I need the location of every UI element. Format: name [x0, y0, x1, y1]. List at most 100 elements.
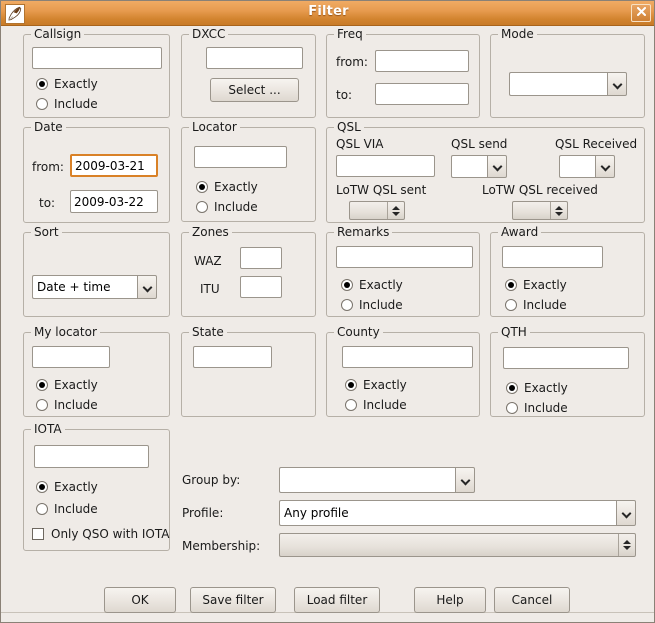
qsl-received-chevron-down-icon [595, 155, 615, 178]
group-qth: QTH Exactly Include [490, 325, 645, 417]
group-mode-legend: Mode [498, 27, 537, 41]
date-from-input[interactable] [70, 154, 158, 177]
freq-to-input[interactable] [375, 83, 469, 105]
remarks-exactly-radio[interactable]: Exactly [341, 278, 403, 292]
group-callsign-legend: Callsign [31, 27, 85, 41]
window-title: Filter [308, 4, 349, 19]
qth-include-radio[interactable]: Include [506, 401, 568, 415]
lotw-qsl-received-label: LoTW QSL received [482, 183, 598, 197]
mode-combobox-value [509, 72, 607, 96]
iota-only-qso-checkbox[interactable]: Only QSO with IOTA [32, 527, 170, 541]
qsl-send-chevron-down-icon [487, 155, 507, 178]
cancel-button[interactable]: Cancel [494, 587, 570, 613]
my-locator-input[interactable] [32, 346, 110, 368]
group-award: Award Exactly Include [490, 225, 645, 317]
sort-combobox[interactable]: Date + time [32, 275, 157, 299]
mode-combobox[interactable] [509, 72, 627, 96]
locator-exactly-radio[interactable]: Exactly [196, 180, 258, 194]
iota-exactly-radio[interactable]: Exactly [36, 480, 98, 494]
locator-include-radio[interactable]: Include [196, 200, 258, 214]
county-exactly-radio[interactable]: Exactly [345, 378, 407, 392]
zones-itu-input[interactable] [240, 276, 282, 298]
group-my-locator-legend: My locator [31, 325, 100, 339]
group-freq: Freq from: to: [326, 27, 480, 118]
group-iota-legend: IOTA [31, 422, 65, 436]
county-input[interactable] [342, 346, 473, 368]
lotw-qsl-received-spinner[interactable] [512, 201, 568, 220]
remarks-input[interactable] [336, 246, 473, 268]
membership-value [280, 534, 618, 556]
group-by-combobox[interactable] [279, 467, 475, 493]
lotw-qsl-received-value [513, 202, 550, 219]
profile-combobox[interactable]: Any profile [279, 500, 636, 526]
lotw-qsl-sent-label: LoTW QSL sent [336, 183, 427, 197]
dxcc-input[interactable] [206, 47, 303, 69]
dxcc-select-button[interactable]: Select ... [210, 78, 299, 102]
group-dxcc: DXCC Select ... [181, 27, 316, 118]
membership-label: Membership: [182, 539, 261, 553]
ok-button[interactable]: OK [104, 587, 176, 613]
title-bar: Filter [1, 1, 654, 26]
group-county-legend: County [334, 325, 383, 339]
group-sort-legend: Sort [31, 225, 62, 239]
group-by-label: Group by: [182, 473, 241, 487]
remarks-include-radio[interactable]: Include [341, 298, 403, 312]
qsl-send-combobox[interactable] [451, 155, 507, 178]
group-qsl-legend: QSL [334, 120, 364, 134]
group-locator: Locator Exactly Include [181, 120, 316, 222]
qth-input[interactable] [503, 347, 629, 369]
award-input[interactable] [502, 246, 603, 268]
load-filter-button[interactable]: Load filter [294, 587, 380, 613]
locator-input[interactable] [194, 146, 287, 168]
award-include-radio[interactable]: Include [505, 298, 567, 312]
iota-input[interactable] [34, 445, 149, 468]
my-locator-exactly-radio[interactable]: Exactly [36, 378, 98, 392]
group-sort: Sort Date + time [23, 225, 170, 317]
group-award-legend: Award [498, 225, 542, 239]
group-remarks: Remarks Exactly Include [326, 225, 480, 317]
date-to-input[interactable] [70, 190, 158, 213]
my-locator-include-radio[interactable]: Include [36, 398, 98, 412]
membership-stepper-icon [618, 534, 635, 556]
group-by-value [279, 467, 455, 493]
sort-chevron-down-icon [137, 275, 157, 299]
group-state-legend: State [189, 325, 227, 339]
freq-to-label: to: [336, 88, 353, 102]
membership-spinner[interactable] [279, 533, 636, 557]
group-iota: IOTA Exactly Include Only QSO with IOTA [23, 422, 170, 551]
award-exactly-radio[interactable]: Exactly [505, 278, 567, 292]
lotw-qsl-sent-spinner[interactable] [349, 201, 405, 220]
group-by-chevron-down-icon [455, 467, 475, 493]
group-locator-legend: Locator [189, 120, 240, 134]
lotw-qsl-sent-stepper-icon [387, 202, 404, 219]
filter-dialog-window: Filter Callsign Exactly Include DXCC Sel… [0, 0, 655, 623]
qth-exactly-radio[interactable]: Exactly [506, 381, 568, 395]
group-zones-legend: Zones [189, 225, 232, 239]
group-remarks-legend: Remarks [334, 225, 393, 239]
callsign-input[interactable] [32, 47, 162, 69]
group-dxcc-legend: DXCC [189, 27, 229, 41]
zones-itu-label: ITU [200, 282, 220, 296]
lotw-qsl-received-stepper-icon [550, 202, 567, 219]
freq-from-input[interactable] [375, 50, 469, 72]
county-include-radio[interactable]: Include [345, 398, 407, 412]
profile-chevron-down-icon [616, 500, 636, 526]
callsign-include-radio[interactable]: Include [36, 97, 98, 111]
help-button[interactable]: Help [414, 587, 486, 613]
group-freq-legend: Freq [334, 27, 366, 41]
zones-waz-input[interactable] [240, 247, 282, 269]
qsl-received-label: QSL Received [555, 137, 638, 151]
qsl-send-value [451, 155, 487, 178]
state-input[interactable] [193, 346, 272, 368]
qsl-received-combobox[interactable] [559, 155, 615, 178]
group-callsign: Callsign Exactly Include [23, 27, 170, 118]
iota-include-radio[interactable]: Include [36, 502, 98, 516]
callsign-exactly-radio[interactable]: Exactly [36, 77, 98, 91]
save-filter-button[interactable]: Save filter [190, 587, 276, 613]
qsl-via-label: QSL VIA [336, 137, 384, 151]
qsl-via-input[interactable] [336, 155, 435, 177]
group-county: County Exactly Include [326, 325, 480, 417]
group-qth-legend: QTH [498, 325, 530, 339]
group-my-locator: My locator Exactly Include [23, 325, 170, 417]
close-window-button[interactable] [631, 4, 651, 22]
